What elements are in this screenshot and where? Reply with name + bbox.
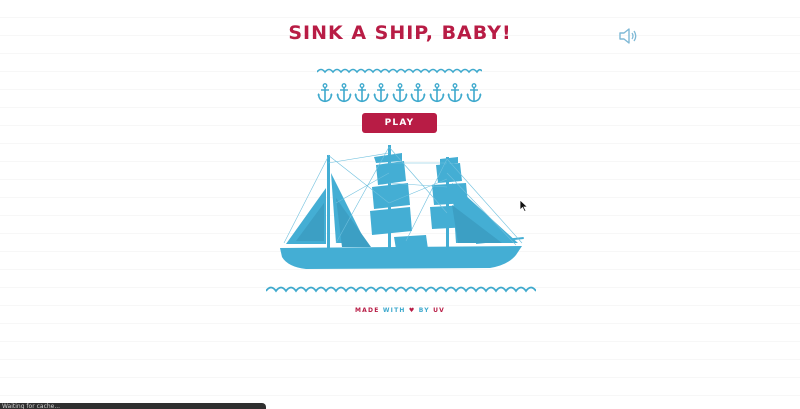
- game-page: SINK A SHIP, BABY! PLAY MADE WITH ♥ BY U…: [0, 0, 800, 409]
- wave-divider-top: [317, 68, 482, 74]
- play-button[interactable]: PLAY: [362, 113, 437, 133]
- browser-status-bar: Waiting for cache...: [0, 403, 266, 409]
- tall-ship-icon: [280, 145, 524, 269]
- anchor-icon: [336, 83, 352, 103]
- credit-author-link[interactable]: UV: [433, 307, 445, 314]
- wave-divider-bottom: [266, 286, 536, 293]
- lives-anchors: [317, 83, 482, 105]
- anchor-icon: [447, 83, 463, 103]
- speaker-icon: [619, 28, 637, 44]
- credit-with: WITH: [382, 307, 406, 314]
- anchor-icon: [317, 83, 333, 103]
- mouse-cursor-icon: [519, 199, 529, 212]
- anchor-icon: [392, 83, 408, 103]
- anchor-icon: [466, 83, 482, 103]
- game-title: SINK A SHIP, BABY!: [288, 22, 512, 44]
- credit-made: MADE: [355, 307, 380, 314]
- credit-by: BY: [418, 307, 430, 314]
- credit-line: MADE WITH ♥ BY UV: [0, 307, 800, 314]
- anchor-icon: [429, 83, 445, 103]
- heart-icon: ♥: [408, 307, 416, 314]
- anchor-icon: [410, 83, 426, 103]
- sound-toggle-button[interactable]: [618, 27, 640, 45]
- anchor-icon: [373, 83, 389, 103]
- anchor-icon: [354, 83, 370, 103]
